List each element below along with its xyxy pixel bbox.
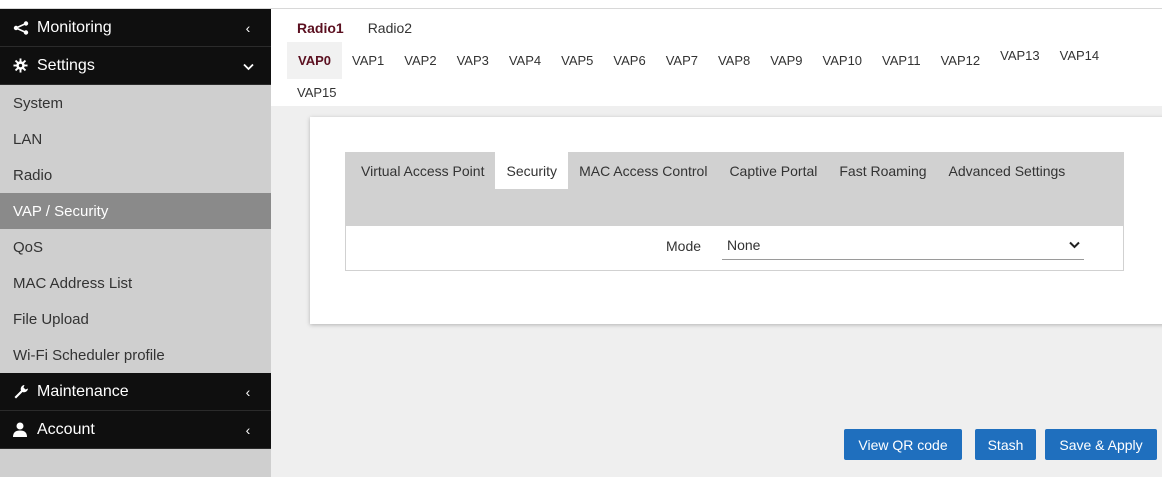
tab-vap4[interactable]: VAP4 (499, 42, 551, 79)
tab-captive-portal[interactable]: Captive Portal (718, 152, 828, 189)
sidebar-monitoring[interactable]: Monitoring ‹ (0, 9, 271, 47)
tab-vap13[interactable]: VAP13 (990, 42, 1050, 69)
chevron-down-icon (241, 58, 255, 74)
sidebar: Monitoring ‹ Settings System LAN Radio V… (0, 9, 271, 477)
tab-radio2[interactable]: Radio2 (356, 20, 424, 42)
tab-vap11[interactable]: VAP11 (872, 42, 931, 79)
tab-vap3[interactable]: VAP3 (447, 42, 499, 79)
tab-bar: Radio1 Radio2 VAP0 VAP1 VAP2 VAP3 VAP4 V… (271, 9, 1162, 106)
tab-vap6[interactable]: VAP6 (603, 42, 655, 79)
sidebar-account-label: Account (37, 420, 95, 438)
sidebar-settings-label: Settings (37, 56, 95, 74)
tab-vap2[interactable]: VAP2 (394, 42, 446, 79)
chevron-left-icon: ‹ (245, 19, 251, 36)
wrench-icon (13, 384, 33, 400)
radio-tabs: Radio1 Radio2 (271, 9, 1162, 42)
chevron-left-icon: ‹ (245, 383, 251, 400)
view-qr-code-button[interactable]: View QR code (844, 429, 962, 460)
tab-vap9[interactable]: VAP9 (760, 42, 812, 79)
stash-button[interactable]: Stash (975, 429, 1036, 460)
top-divider (0, 0, 1162, 9)
tab-radio1[interactable]: Radio1 (287, 20, 356, 42)
user-icon (13, 422, 33, 437)
tab-vap15[interactable]: VAP15 (287, 79, 347, 106)
mode-label: Mode (666, 238, 702, 254)
tab-vap14[interactable]: VAP14 (1050, 42, 1110, 69)
sidebar-item-radio[interactable]: Radio (0, 157, 271, 193)
tab-security[interactable]: Security (495, 152, 569, 189)
tab-vap12[interactable]: VAP12 (931, 42, 991, 79)
chevron-left-icon: ‹ (245, 421, 251, 438)
tab-vap0[interactable]: VAP0 (287, 42, 342, 79)
sidebar-settings[interactable]: Settings (0, 47, 271, 85)
sidebar-monitoring-label: Monitoring (37, 18, 112, 36)
security-card: Virtual Access Point Security MAC Access… (310, 117, 1162, 324)
mode-select[interactable]: None (722, 230, 1084, 260)
sidebar-item-qos[interactable]: QoS (0, 229, 271, 265)
sidebar-account[interactable]: Account ‹ (0, 411, 271, 449)
sidebar-item-wifi-scheduler[interactable]: Wi-Fi Scheduler profile (0, 337, 271, 373)
tab-vap10[interactable]: VAP10 (813, 42, 873, 79)
sidebar-maintenance[interactable]: Maintenance ‹ (0, 373, 271, 411)
tab-vap7[interactable]: VAP7 (656, 42, 708, 79)
tab-advanced-settings[interactable]: Advanced Settings (938, 152, 1077, 189)
tab-vap8[interactable]: VAP8 (708, 42, 760, 79)
share-icon (13, 20, 33, 35)
mode-panel: Mode None (345, 226, 1124, 271)
chevron-down-icon (1064, 241, 1084, 249)
sidebar-item-file-upload[interactable]: File Upload (0, 301, 271, 337)
save-apply-button[interactable]: Save & Apply (1045, 429, 1157, 460)
mode-value: None (727, 236, 761, 253)
main-content: Radio1 Radio2 VAP0 VAP1 VAP2 VAP3 VAP4 V… (271, 9, 1162, 477)
tab-vap1[interactable]: VAP1 (342, 42, 394, 79)
sidebar-maintenance-label: Maintenance (37, 382, 129, 400)
sidebar-item-vap-security[interactable]: VAP / Security (0, 193, 271, 229)
sidebar-item-mac-address-list[interactable]: MAC Address List (0, 265, 271, 301)
sub-tabs: Virtual Access Point Security MAC Access… (345, 152, 1124, 226)
vap-tabs: VAP0 VAP1 VAP2 VAP3 VAP4 VAP5 VAP6 VAP7 … (271, 42, 1162, 106)
tab-vap5[interactable]: VAP5 (551, 42, 603, 79)
sidebar-item-lan[interactable]: LAN (0, 121, 271, 157)
tab-virtual-access-point[interactable]: Virtual Access Point (350, 152, 495, 189)
gear-icon (13, 58, 33, 73)
tab-fast-roaming[interactable]: Fast Roaming (828, 152, 937, 189)
tab-mac-access-control[interactable]: MAC Access Control (568, 152, 718, 189)
sidebar-item-system[interactable]: System (0, 85, 271, 121)
